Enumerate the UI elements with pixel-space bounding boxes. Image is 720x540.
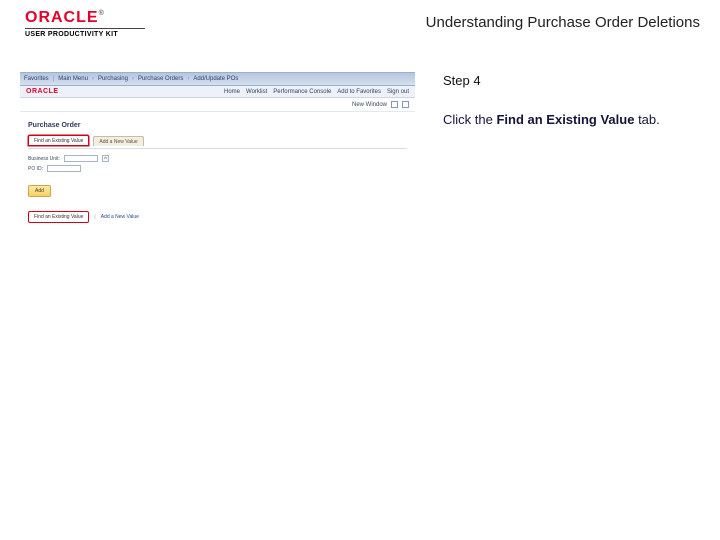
new-window-label[interactable]: New Window (352, 102, 387, 108)
footer-link-add-new[interactable]: Add a New Value (101, 214, 139, 220)
mini-breadcrumb-bar: Favorites| Main Menu› Purchasing› Purcha… (20, 72, 415, 86)
label-po-id: PO ID: (28, 166, 43, 172)
input-business-unit[interactable] (64, 155, 98, 162)
tab-find-existing-value[interactable]: Find an Existing Value (28, 135, 89, 146)
toolbar-link[interactable]: Sign out (387, 89, 409, 95)
screenshot-panel: Favorites| Main Menu› Purchasing› Purcha… (20, 72, 415, 227)
mini-page-heading: Purchase Order (28, 122, 407, 129)
instruction-suffix: tab. (634, 112, 659, 127)
help-icon[interactable] (391, 101, 398, 108)
input-po-id[interactable] (47, 165, 81, 172)
mini-brand: ORACLE (26, 88, 59, 95)
add-button[interactable]: Add (28, 185, 51, 197)
crumb[interactable]: Favorites (24, 76, 49, 82)
brand-tm: ® (99, 10, 104, 17)
toolbar-link[interactable]: Worklist (246, 89, 267, 95)
label-business-unit: Business Unit: (28, 156, 60, 162)
crumb[interactable]: Add/Update POs (193, 76, 238, 82)
instruction-panel: Step 4 Click the Find an Existing Value … (443, 72, 693, 130)
step-label: Step 4 (443, 72, 693, 91)
personalize-icon[interactable] (402, 101, 409, 108)
brand-word: ORACLE (25, 9, 99, 26)
toolbar-link[interactable]: Performance Console (273, 89, 331, 95)
crumb[interactable]: Purchase Orders (138, 76, 183, 82)
mini-window-band: New Window (20, 98, 415, 112)
tab-add-new-value[interactable]: Add a New Value (93, 136, 143, 146)
page-title: Understanding Purchase Order Deletions (426, 10, 708, 31)
toolbar-link[interactable]: Add to Favorites (337, 89, 381, 95)
footer-tab-find-existing[interactable]: Find an Existing Value (28, 211, 89, 223)
mini-tab-row: Find an Existing Value Add a New Value (28, 135, 407, 146)
instruction-text: Click the Find an Existing Value tab. (443, 111, 693, 130)
brand-logo: ORACLE® USER PRODUCTIVITY KIT (25, 10, 145, 38)
divider: | (94, 214, 95, 220)
toolbar-link[interactable]: Home (224, 89, 240, 95)
brand-subline: USER PRODUCTIVITY KIT (25, 28, 145, 38)
instruction-prefix: Click the (443, 112, 496, 127)
crumb[interactable]: Purchasing (98, 76, 128, 82)
crumb[interactable]: Main Menu (58, 76, 88, 82)
instruction-bold: Find an Existing Value (496, 112, 634, 127)
lookup-icon[interactable] (102, 155, 109, 162)
mini-toolbar: Home Worklist Performance Console Add to… (20, 86, 415, 98)
